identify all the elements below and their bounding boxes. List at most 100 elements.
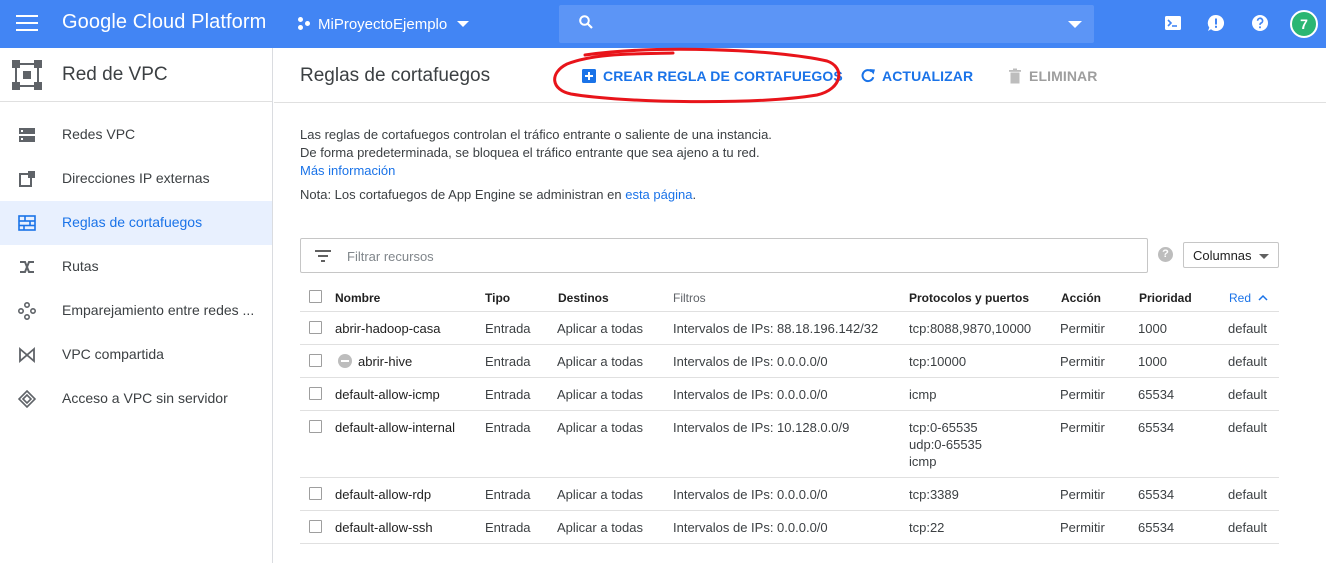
search-input[interactable] [559,5,1094,43]
column-type[interactable]: Tipo [485,291,510,305]
app-engine-note: Nota: Los cortafuegos de App Engine se a… [300,187,696,202]
menu-icon[interactable] [16,15,38,33]
row-action: Permitir [1060,321,1105,336]
row-name[interactable]: default-allow-ssh [335,519,433,536]
cloud-shell-icon[interactable] [1163,13,1183,33]
row-filters: Intervalos de IPs: 0.0.0.0/0 [673,354,828,369]
refresh-label: ACTUALIZAR [882,68,974,84]
row-protocols: tcp:10000 [909,353,966,370]
chevron-down-icon [457,21,470,27]
column-filters: Filtros [673,291,706,305]
sidebar-item-reglas-cortafuegos[interactable]: Reglas de cortafuegos [0,201,272,245]
row-protocols: tcp:22 [909,519,944,536]
row-checkbox[interactable] [309,487,322,500]
row-type: Entrada [485,387,531,402]
row-checkbox[interactable] [309,354,322,367]
row-network[interactable]: default [1228,486,1267,503]
page-title: Reglas de cortafuegos [300,65,491,86]
row-network[interactable]: default [1228,353,1267,370]
sidebar: Red de VPC Redes VPC Direcciones IP exte… [0,48,273,563]
row-network[interactable]: default [1228,386,1267,403]
app-engine-page-link[interactable]: esta página [625,187,692,202]
intro-text: Las reglas de cortafuegos controlan el t… [300,126,772,180]
refresh-button[interactable]: ACTUALIZAR [860,68,973,84]
row-filters: Intervalos de IPs: 0.0.0.0/0 [673,520,828,535]
table-row[interactable]: default-allow-icmp Entrada Aplicar a todas… [300,378,1279,411]
project-selector[interactable]: MiProyectoEjemplo [298,13,470,35]
column-network-label: Red [1229,291,1252,305]
disabled-status-icon [338,354,352,368]
search-icon [579,15,593,29]
help-icon[interactable] [1250,13,1270,33]
sidebar-item-label: VPC compartida [62,346,164,362]
sidebar-item-redes-vpc[interactable]: Redes VPC [0,113,272,157]
row-type: Entrada [485,420,531,435]
table-row[interactable]: default-allow-rdp Entrada Aplicar a todas I… [300,478,1279,511]
row-protocols: icmp [909,386,936,403]
row-filters: Intervalos de IPs: 0.0.0.0/0 [673,387,828,402]
table-header: Nombre Tipo Destinos Filtros Protocolos … [300,283,1279,312]
row-name[interactable]: abrir-hive [358,353,412,370]
avatar[interactable]: 7 [1290,10,1318,38]
column-priority[interactable]: Prioridad [1139,291,1192,305]
column-network[interactable]: Red [1229,291,1268,305]
sidebar-item-label: Direcciones IP externas [62,170,210,186]
sidebar-item-label: Emparejamiento entre redes ... [62,302,255,318]
sidebar-item-rutas[interactable]: Rutas [0,245,272,289]
column-protocols[interactable]: Protocolos y puertos [909,291,1029,305]
row-protocols: tcp:8088,9870,10000 [909,320,1031,337]
notifications-icon[interactable] [1206,13,1226,33]
project-name: MiProyectoEjemplo [318,15,448,33]
highlight-annotation [553,47,841,104]
table-row[interactable]: abrir-hadoop-casa Entrada Aplicar a todas I… [300,312,1279,345]
refresh-icon [861,69,875,83]
search-dropdown-icon[interactable] [1068,21,1082,28]
row-type: Entrada [485,321,531,336]
sidebar-item-emparejamiento[interactable]: Emparejamiento entre redes ... [0,289,272,333]
row-targets: Aplicar a todas [557,420,643,435]
peering-icon [18,302,36,320]
row-targets: Aplicar a todas [557,520,643,535]
filter-input[interactable]: Filtrar recursos [300,238,1148,273]
column-name[interactable]: Nombre [335,291,380,305]
row-checkbox[interactable] [309,520,322,533]
row-network[interactable]: default [1228,519,1267,536]
brand-title[interactable]: Google Cloud Platform [62,11,266,34]
row-checkbox[interactable] [309,321,322,334]
protocol-entry: icmp [909,454,937,469]
table-row[interactable]: abrir-hive Entrada Aplicar a todas Interval… [300,345,1279,378]
vpc-networks-icon [19,128,35,142]
help-circle-icon[interactable]: ? [1158,247,1173,262]
protocol-entry: tcp:3389 [909,487,959,502]
column-targets[interactable]: Destinos [558,291,609,305]
row-name[interactable]: default-allow-internal [335,419,455,436]
row-name[interactable]: abrir-hadoop-casa [335,320,441,337]
table-row[interactable]: default-allow-ssh Entrada Aplicar a todas I… [300,511,1279,544]
row-priority: 65534 [1138,487,1175,502]
columns-dropdown[interactable]: Columnas [1183,242,1279,268]
sidebar-item-label: Rutas [62,258,99,274]
more-info-link[interactable]: Más información [300,162,772,180]
select-all-checkbox[interactable] [309,290,322,303]
row-checkbox[interactable] [309,387,322,400]
row-checkbox[interactable] [309,420,322,433]
row-name[interactable]: default-allow-icmp [335,386,440,403]
delete-label: ELIMINAR [1029,68,1098,84]
table-row[interactable]: default-allow-internal Entrada Aplicar a t… [300,411,1279,478]
vpc-network-icon [12,60,42,90]
protocol-entry: udp:0-65535 [909,437,983,452]
delete-button[interactable]: ELIMINAR [1007,68,1097,84]
row-network[interactable]: default [1228,320,1267,337]
columns-label: Columnas [1193,248,1252,263]
chevron-down-icon [1259,254,1269,259]
sidebar-item-direcciones-ip[interactable]: Direcciones IP externas [0,157,272,201]
row-priority: 1000 [1138,321,1167,336]
note-text: Nota: Los cortafuegos de App Engine se a… [300,187,626,202]
column-action[interactable]: Acción [1061,291,1101,305]
row-name[interactable]: default-allow-rdp [335,486,431,503]
sidebar-item-acceso-sin-servidor[interactable]: Acceso a VPC sin servidor [0,377,272,421]
row-network[interactable]: default [1228,419,1267,436]
row-action: Permitir [1060,520,1105,535]
sidebar-item-vpc-compartida[interactable]: VPC compartida [0,333,272,377]
row-targets: Aplicar a todas [557,321,643,336]
